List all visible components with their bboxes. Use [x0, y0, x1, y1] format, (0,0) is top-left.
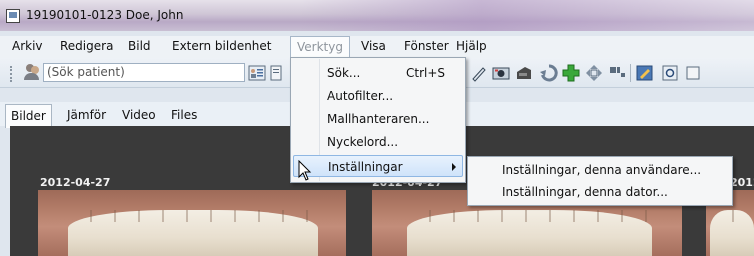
shortcut-label: Ctrl+S [406, 66, 446, 80]
pen-icon[interactable] [470, 64, 488, 82]
verktyg-menu: Sök... Ctrl+S Autofilter... Mallhanterar… [290, 57, 466, 183]
installningar-submenu: Inställningar, denna användare... Instäl… [467, 156, 733, 206]
menu-item-installningar-anvandare[interactable]: Inställningar, denna användare... [502, 163, 701, 177]
menu-arkiv[interactable]: Arkiv [12, 39, 43, 53]
zoom-icon[interactable] [662, 64, 680, 82]
menu-fonster[interactable]: Fönster [404, 39, 449, 53]
add-plus-icon[interactable] [562, 64, 580, 82]
image-grid-icon[interactable] [608, 64, 626, 82]
window-title: 19190101-0123 Doe, John [26, 8, 184, 22]
rotate-icon[interactable] [540, 64, 558, 82]
tab-bilder[interactable]: Bilder [5, 104, 52, 128]
document-icon[interactable] [268, 64, 286, 82]
menu-item-sok[interactable]: Sök... Ctrl+S [293, 62, 463, 84]
camera-icon[interactable] [492, 64, 510, 82]
menu-bild[interactable]: Bild [128, 39, 151, 53]
image-date-label: 2012-04-27 [40, 176, 111, 189]
move-arrows-icon[interactable] [585, 64, 603, 82]
edit-note-icon[interactable] [636, 64, 654, 82]
tab-video[interactable]: Video [122, 108, 156, 122]
toolbar-separator [630, 64, 631, 82]
dental-photo[interactable] [38, 190, 346, 256]
menu-item-installningar-dator[interactable]: Inställningar, denna dator... [502, 185, 668, 199]
title-bar-glow [300, 0, 754, 31]
menu-bar: Arkiv Redigera Bild Extern bildenhet Ver… [0, 36, 754, 58]
menu-item-autofilter[interactable]: Autofilter... [293, 85, 463, 107]
scanner-icon[interactable] [515, 64, 533, 82]
menu-item-nyckelord[interactable]: Nyckelord... [293, 131, 463, 153]
window-icon[interactable] [686, 64, 704, 82]
patient-search-input[interactable]: (Sök patient) [43, 63, 245, 82]
menu-verktyg[interactable]: Verktyg [290, 36, 350, 58]
menu-item-installningar[interactable]: Inställningar [293, 155, 463, 177]
patient-card-icon[interactable] [248, 64, 266, 82]
title-bar: 19190101-0123 Doe, John [0, 0, 754, 31]
menu-redigera[interactable]: Redigera [60, 39, 113, 53]
menu-extern-bildenhet[interactable]: Extern bildenhet [172, 39, 272, 53]
tab-files[interactable]: Files [171, 108, 197, 122]
patient-icon[interactable] [23, 63, 41, 81]
menu-item-mallhanteraren[interactable]: Mallhanteraren... [293, 108, 463, 130]
app-icon[interactable] [6, 9, 20, 23]
tab-jamfor[interactable]: Jämför [67, 108, 106, 122]
menu-hjalp[interactable]: Hjälp [456, 39, 487, 53]
mouse-cursor-icon [298, 160, 312, 181]
submenu-arrow-icon [452, 163, 456, 171]
toolbar-grip[interactable] [10, 66, 12, 82]
menu-visa[interactable]: Visa [361, 39, 386, 53]
